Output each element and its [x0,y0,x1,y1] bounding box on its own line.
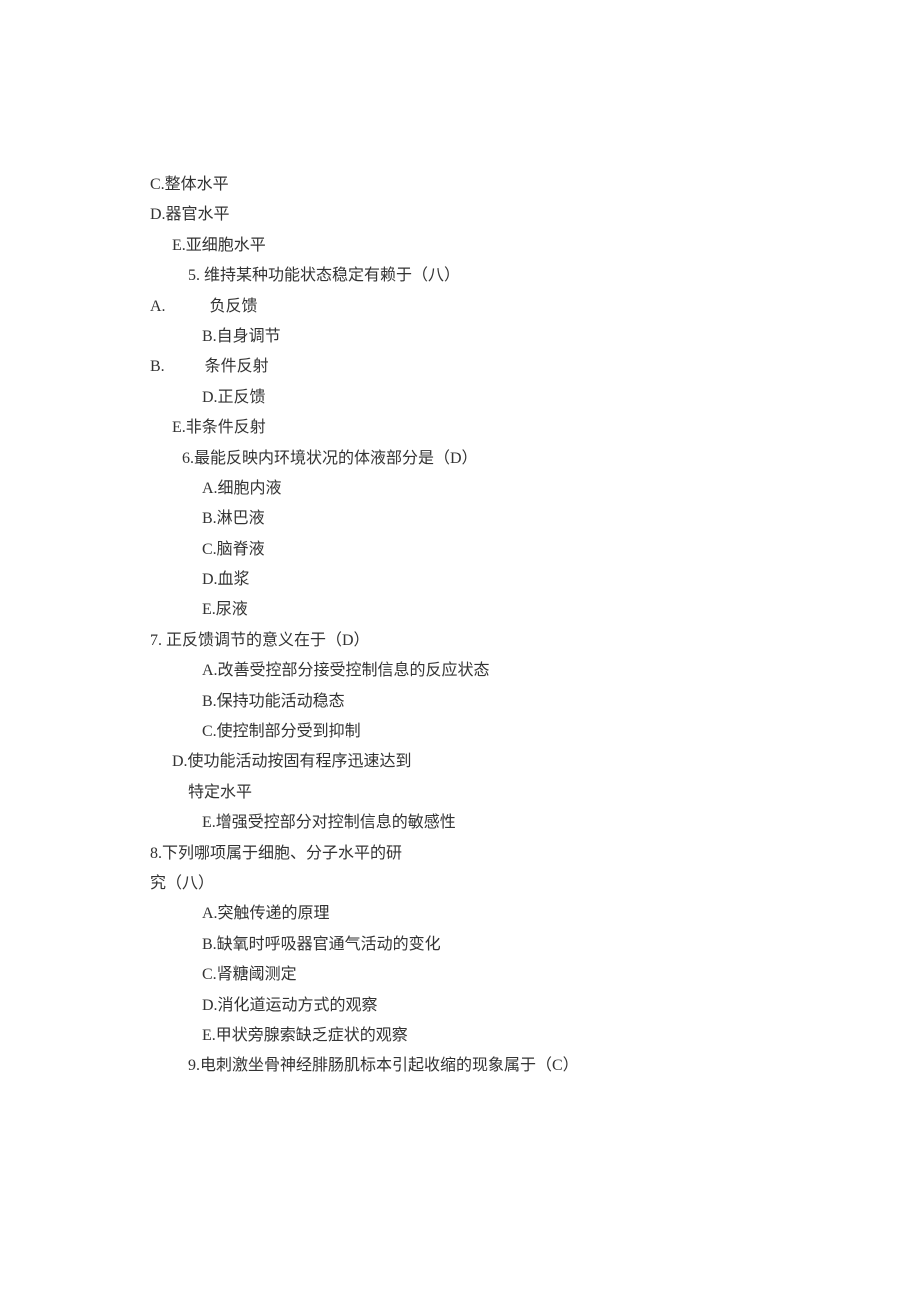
text-line: E.增强受控部分对控制信息的敏感性 [150,808,860,838]
text-line: B.保持功能活动稳态 [150,687,860,717]
text-line: 8.下列哪项属于细胞、分子水平的研 [150,839,860,869]
text-line: C.脑脊液 [150,535,860,565]
text-line: 6.最能反映内环境状况的体液部分是（D） [150,444,860,474]
text-line: C.整体水平 [150,170,860,200]
text-line: B.自身调节 [150,322,860,352]
text-line: D.消化道运动方式的观察 [150,991,860,1021]
text-line: 7. 正反馈调节的意义在于（D） [150,626,860,656]
text-line: E.尿液 [150,595,860,625]
text-line: 5. 维持某种功能状态稳定有赖于（八） [150,261,860,291]
text-line: B. 条件反射 [150,352,860,382]
text-line: D.使功能活动按固有程序迅速达到 [150,747,860,777]
text-line: 特定水平 [150,778,860,808]
text-line: D.血浆 [150,565,860,595]
text-line: A.突触传递的原理 [150,899,860,929]
text-line: D.正反馈 [150,383,860,413]
text-line: D.器官水平 [150,200,860,230]
text-line: A.细胞内液 [150,474,860,504]
text-line: E.甲状旁腺索缺乏症状的观察 [150,1021,860,1051]
text-line: A. 负反馈 [150,292,860,322]
text-line: E.非条件反射 [150,413,860,443]
text-line: C.使控制部分受到抑制 [150,717,860,747]
text-line: A.改善受控部分接受控制信息的反应状态 [150,656,860,686]
text-line: B.淋巴液 [150,504,860,534]
text-line: 9.电刺激坐骨神经腓肠肌标本引起收缩的现象属于（C） [150,1051,860,1081]
text-line: E.亚细胞水平 [150,231,860,261]
text-line: B.缺氧时呼吸器官通气活动的变化 [150,930,860,960]
text-line: 究（八） [150,869,860,899]
text-line: C.肾糖阈测定 [150,960,860,990]
document-page: C.整体水平D.器官水平E.亚细胞水平5. 维持某种功能状态稳定有赖于（八）A.… [0,0,920,1142]
